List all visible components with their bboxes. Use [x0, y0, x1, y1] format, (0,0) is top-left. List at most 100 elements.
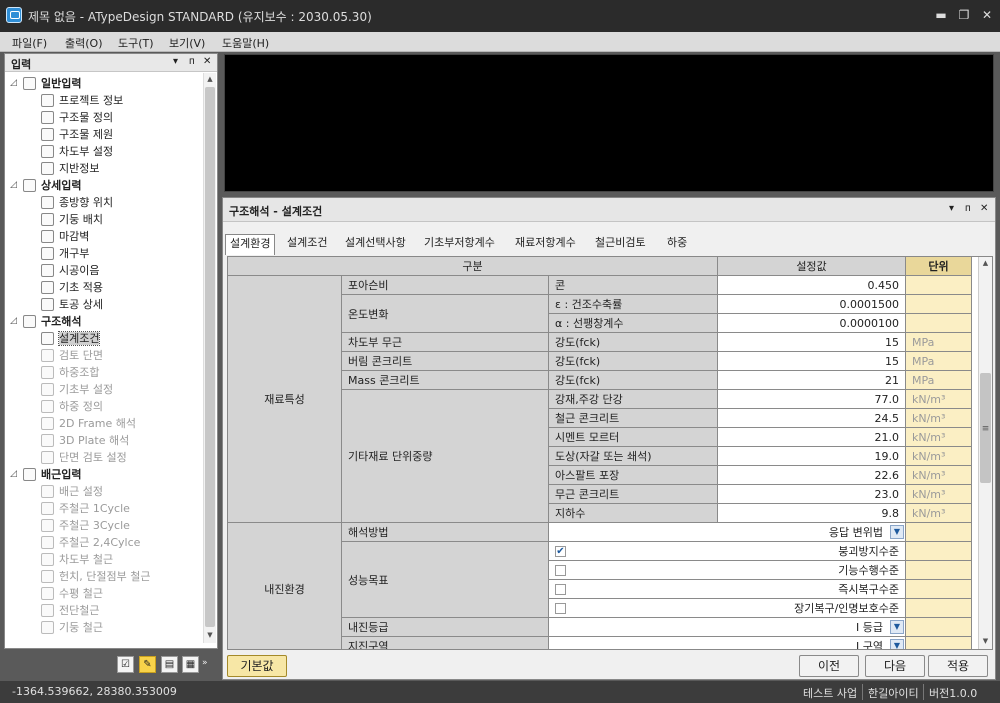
tree-item[interactable]: 주철근 3Cycle: [41, 517, 130, 534]
menu-output[interactable]: 출력(O): [65, 35, 102, 51]
edit-tool-icon[interactable]: ✎: [139, 656, 156, 673]
tab-design-environment[interactable]: 설계환경: [225, 234, 276, 255]
dropdown-field[interactable]: 응답 변위법 ▼: [549, 523, 906, 542]
checkbox[interactable]: [555, 602, 566, 614]
checkbox-row[interactable]: 즉시복구수준: [549, 580, 906, 599]
tree-item[interactable]: 기초부 설정: [41, 381, 113, 398]
tree-item[interactable]: 차도부 철근: [41, 551, 113, 568]
tree-item[interactable]: 단면 검토 설정: [41, 449, 127, 466]
model-viewport[interactable]: [224, 54, 994, 192]
checkbox[interactable]: [555, 564, 566, 576]
checked-checkbox[interactable]: ✔: [555, 545, 566, 557]
checkbox-row[interactable]: 기능수행수준: [549, 561, 906, 580]
tree-item[interactable]: 헌치, 단절점부 철근: [41, 568, 150, 585]
panel-close-icon[interactable]: ✕: [980, 203, 988, 214]
tree-item[interactable]: 설계조건: [41, 330, 101, 347]
expand-icon[interactable]: ◿: [10, 313, 17, 330]
pin-icon[interactable]: ᴨ: [965, 203, 971, 214]
tree-item[interactable]: 전단철근: [41, 602, 99, 619]
check-tool-icon[interactable]: ☑: [117, 656, 134, 673]
value-input[interactable]: 19.0: [718, 447, 906, 466]
tree-item[interactable]: 지반정보: [41, 160, 99, 177]
menu-tools[interactable]: 도구(T): [118, 35, 154, 51]
next-button[interactable]: 다음: [865, 655, 925, 677]
panel-close-icon[interactable]: ✕: [203, 56, 211, 67]
value-input[interactable]: 15: [718, 352, 906, 371]
excel-tool-icon[interactable]: ▦: [182, 656, 199, 673]
dropdown-field[interactable]: I 등급 ▼: [549, 618, 906, 637]
tree-item[interactable]: 하중조합: [41, 364, 99, 381]
tree-scroll-thumb[interactable]: [205, 87, 215, 627]
value-input[interactable]: 0.0000100: [718, 314, 906, 333]
menu-file[interactable]: 파일(F): [12, 35, 47, 51]
tree-item[interactable]: 구조물 정의: [41, 109, 113, 126]
tree-group[interactable]: ◿ 배근입력: [10, 466, 81, 483]
grid-scrollbar[interactable]: ▲ ≡ ▼: [978, 257, 992, 649]
minimize-button[interactable]: ▬: [930, 5, 952, 25]
tab-material-resistance[interactable]: 재료저항계수: [511, 234, 580, 254]
tab-load[interactable]: 하중: [663, 234, 691, 254]
tab-rebar-ratio[interactable]: 철근비검토: [591, 234, 650, 254]
tree-item[interactable]: 기둥 철근: [41, 619, 103, 636]
value-input[interactable]: 0.450: [718, 276, 906, 295]
dropdown-arrow-icon[interactable]: ▼: [890, 620, 904, 634]
dropdown-arrow-icon[interactable]: ▼: [890, 639, 904, 649]
tree-item[interactable]: 종방향 위치: [41, 194, 113, 211]
value-input[interactable]: 24.5: [718, 409, 906, 428]
tree-scrollbar[interactable]: ▲ ▼: [203, 73, 216, 643]
tree-group[interactable]: ◿ 상세입력: [10, 177, 81, 194]
tree-group[interactable]: ◿ 구조해석: [10, 313, 81, 330]
tree-item[interactable]: 토공 상세: [41, 296, 103, 313]
menu-help[interactable]: 도움말(H): [222, 35, 269, 51]
tree-item[interactable]: 검토 단면: [41, 347, 103, 364]
dropdown-field[interactable]: I 구역 ▼: [549, 637, 906, 649]
value-input[interactable]: 15: [718, 333, 906, 352]
tree-item[interactable]: 2D Frame 해석: [41, 415, 136, 432]
dropdown-arrow-icon[interactable]: ▼: [890, 525, 904, 539]
expand-icon[interactable]: ◿: [10, 75, 17, 92]
panel-dropdown-icon[interactable]: ▾: [173, 56, 178, 67]
checkbox[interactable]: [555, 583, 566, 595]
expand-icon[interactable]: ◿: [10, 466, 17, 483]
panel-dropdown-icon[interactable]: ▾: [949, 203, 954, 214]
value-input[interactable]: 21.0: [718, 428, 906, 447]
tree-item[interactable]: 프로젝트 정보: [41, 92, 123, 109]
tree-item[interactable]: 주철근 1Cycle: [41, 500, 130, 517]
scroll-down-icon[interactable]: ▼: [979, 635, 992, 648]
value-input[interactable]: 23.0: [718, 485, 906, 504]
tree-item[interactable]: 3D Plate 해석: [41, 432, 129, 449]
tree-item[interactable]: 차도부 설정: [41, 143, 113, 160]
restore-button[interactable]: ❐: [953, 5, 975, 25]
expand-icon[interactable]: ◿: [10, 177, 17, 194]
value-input[interactable]: 21: [718, 371, 906, 390]
tree-item[interactable]: 주철근 2,4Cylce: [41, 534, 140, 551]
tab-foundation-resistance[interactable]: 기초부저항계수: [420, 234, 499, 254]
scroll-up-icon[interactable]: ▲: [979, 257, 992, 270]
tree-item[interactable]: 개구부: [41, 245, 89, 262]
toolbar-more-icon[interactable]: »: [202, 658, 208, 668]
prev-button[interactable]: 이전: [799, 655, 859, 677]
value-input[interactable]: 0.0001500: [718, 295, 906, 314]
report-tool-icon[interactable]: ▤: [161, 656, 178, 673]
checkbox-row[interactable]: 장기복구/인명보호수준: [549, 599, 906, 618]
tree-item[interactable]: 하중 정의: [41, 398, 103, 415]
tree-item[interactable]: 수평 철근: [41, 585, 103, 602]
close-button[interactable]: ✕: [976, 5, 998, 25]
scroll-up-icon[interactable]: ▲: [204, 73, 216, 86]
default-button[interactable]: 기본값: [227, 655, 287, 677]
scroll-down-icon[interactable]: ▼: [204, 629, 216, 642]
pin-icon[interactable]: ᴨ: [189, 56, 195, 67]
tree-item[interactable]: 배근 설정: [41, 483, 103, 500]
apply-button[interactable]: 적용: [928, 655, 988, 677]
tab-design-conditions[interactable]: 설계조건: [283, 234, 331, 254]
tree-item[interactable]: 기둥 배치: [41, 211, 103, 228]
tab-design-options[interactable]: 설계선택사항: [341, 234, 410, 254]
value-input[interactable]: 22.6: [718, 466, 906, 485]
value-input[interactable]: 77.0: [718, 390, 906, 409]
tree-item[interactable]: 시공이음: [41, 262, 99, 279]
checkbox-row[interactable]: ✔ 붕괴방지수준: [549, 542, 906, 561]
tree-group[interactable]: ◿ 일반입력: [10, 75, 81, 92]
tree-item[interactable]: 기초 적용: [41, 279, 103, 296]
tree-item[interactable]: 구조물 제원: [41, 126, 113, 143]
value-input[interactable]: 9.8: [718, 504, 906, 523]
